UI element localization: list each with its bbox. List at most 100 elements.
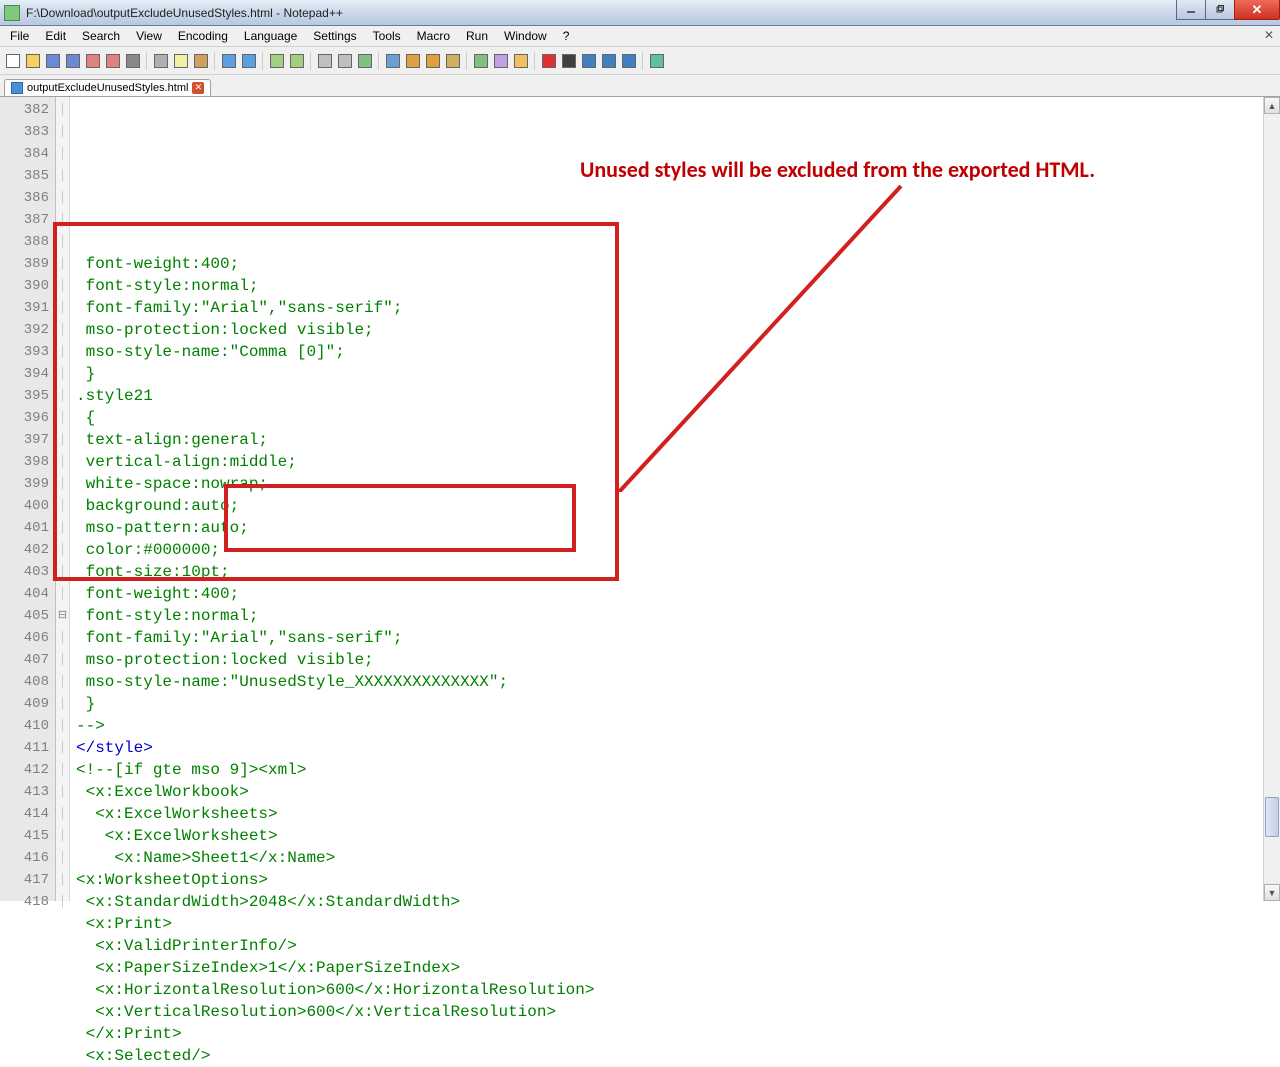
unfold-button[interactable] <box>492 51 510 71</box>
menu-?[interactable]: ? <box>555 27 578 45</box>
fold-marker[interactable]: │ <box>56 341 69 363</box>
menu-search[interactable]: Search <box>74 27 128 45</box>
fold-marker[interactable]: │ <box>56 407 69 429</box>
line-number: 393 <box>0 341 49 363</box>
minimize-button[interactable] <box>1176 0 1206 20</box>
indent-guide-button[interactable] <box>424 51 442 71</box>
fold-marker[interactable]: │ <box>56 187 69 209</box>
menu-run[interactable]: Run <box>458 27 496 45</box>
show-all-button[interactable] <box>404 51 422 71</box>
wrap-button[interactable] <box>384 51 402 71</box>
play-button[interactable] <box>580 51 598 71</box>
close-button[interactable]: ✕ <box>1234 0 1280 20</box>
fold-marker[interactable]: │ <box>56 231 69 253</box>
fold-marker[interactable]: │ <box>56 253 69 275</box>
save-button[interactable] <box>44 51 62 71</box>
copy-button[interactable] <box>172 51 190 71</box>
line-number: 388 <box>0 231 49 253</box>
fold-marker[interactable]: │ <box>56 825 69 847</box>
menu-settings[interactable]: Settings <box>305 27 364 45</box>
line-number: 406 <box>0 627 49 649</box>
fold-marker[interactable]: │ <box>56 143 69 165</box>
zoom-in-button[interactable] <box>316 51 334 71</box>
fold-marker[interactable]: │ <box>56 627 69 649</box>
menu-file[interactable]: File <box>2 27 37 45</box>
fold-marker[interactable]: │ <box>56 473 69 495</box>
maximize-button[interactable] <box>1205 0 1235 20</box>
undo-button[interactable] <box>220 51 238 71</box>
fold-marker[interactable]: │ <box>56 583 69 605</box>
list-button[interactable] <box>648 51 666 71</box>
fold-marker[interactable]: │ <box>56 561 69 583</box>
lang-button[interactable] <box>444 51 462 71</box>
close-button[interactable] <box>84 51 102 71</box>
fold-marker[interactable]: │ <box>56 297 69 319</box>
replace-icon <box>290 54 304 68</box>
fold-marker[interactable]: │ <box>56 847 69 869</box>
code-line: .style21 <box>76 385 1280 407</box>
sync-button[interactable] <box>356 51 374 71</box>
menu-language[interactable]: Language <box>236 27 305 45</box>
scroll-thumb[interactable] <box>1265 797 1279 837</box>
fold-marker[interactable]: │ <box>56 715 69 737</box>
fold-marker[interactable]: │ <box>56 759 69 781</box>
menu-macro[interactable]: Macro <box>409 27 458 45</box>
fold-marker[interactable]: │ <box>56 737 69 759</box>
fold-marker[interactable]: │ <box>56 649 69 671</box>
open-button[interactable] <box>24 51 42 71</box>
fold-marker[interactable]: │ <box>56 803 69 825</box>
fold-marker[interactable]: │ <box>56 121 69 143</box>
cut-button[interactable] <box>152 51 170 71</box>
fold-marker[interactable]: │ <box>56 539 69 561</box>
fold-marker[interactable]: │ <box>56 165 69 187</box>
fold-marker[interactable]: │ <box>56 781 69 803</box>
line-number: 400 <box>0 495 49 517</box>
find-button[interactable] <box>268 51 286 71</box>
fold-marker[interactable]: │ <box>56 99 69 121</box>
replace-button[interactable] <box>288 51 306 71</box>
fold-marker[interactable]: │ <box>56 385 69 407</box>
vertical-scrollbar[interactable]: ▲ ▼ <box>1263 97 1280 901</box>
fold-marker[interactable]: ⊟ <box>56 605 69 627</box>
save-all-button[interactable] <box>64 51 82 71</box>
menu-view[interactable]: View <box>128 27 170 45</box>
scroll-down-button[interactable]: ▼ <box>1264 884 1280 901</box>
zoom-out-button[interactable] <box>336 51 354 71</box>
scroll-up-button[interactable]: ▲ <box>1264 97 1280 114</box>
ffwd-button[interactable] <box>620 51 638 71</box>
fold-marker[interactable]: │ <box>56 451 69 473</box>
play-multi-button[interactable] <box>600 51 618 71</box>
close-all-button[interactable] <box>104 51 122 71</box>
menu-window[interactable]: Window <box>496 27 555 45</box>
record-button[interactable] <box>540 51 558 71</box>
paste-button[interactable] <box>192 51 210 71</box>
code-line: </style> <box>76 737 1280 759</box>
file-tab[interactable]: outputExcludeUnusedStyles.html ✕ <box>4 79 211 96</box>
stop-button[interactable] <box>560 51 578 71</box>
tab-close-icon[interactable]: ✕ <box>192 82 204 94</box>
fold-marker[interactable]: │ <box>56 275 69 297</box>
indent-guide-icon <box>426 54 440 68</box>
fold-marker[interactable]: │ <box>56 693 69 715</box>
fold-marker[interactable]: │ <box>56 671 69 693</box>
menu-tools[interactable]: Tools <box>365 27 409 45</box>
new-button[interactable] <box>4 51 22 71</box>
hide-button[interactable] <box>512 51 530 71</box>
code-area[interactable]: Unused styles will be excluded from the … <box>70 97 1280 901</box>
menu-encoding[interactable]: Encoding <box>170 27 236 45</box>
fold-marker[interactable]: │ <box>56 429 69 451</box>
menu-edit[interactable]: Edit <box>37 27 74 45</box>
fold-marker[interactable]: │ <box>56 517 69 539</box>
code-line: <x:Print> <box>76 913 1280 935</box>
fold-marker[interactable]: │ <box>56 495 69 517</box>
annotation-callout: Unused styles will be excluded from the … <box>580 159 1095 181</box>
redo-button[interactable] <box>240 51 258 71</box>
fold-marker[interactable]: │ <box>56 319 69 341</box>
print-button[interactable] <box>124 51 142 71</box>
mdi-close-icon[interactable]: ✕ <box>1264 28 1274 42</box>
fold-marker[interactable]: │ <box>56 209 69 231</box>
fold-marker[interactable]: │ <box>56 869 69 891</box>
fold-marker[interactable]: │ <box>56 363 69 385</box>
fold-button[interactable] <box>472 51 490 71</box>
fold-marker[interactable]: │ <box>56 891 69 913</box>
